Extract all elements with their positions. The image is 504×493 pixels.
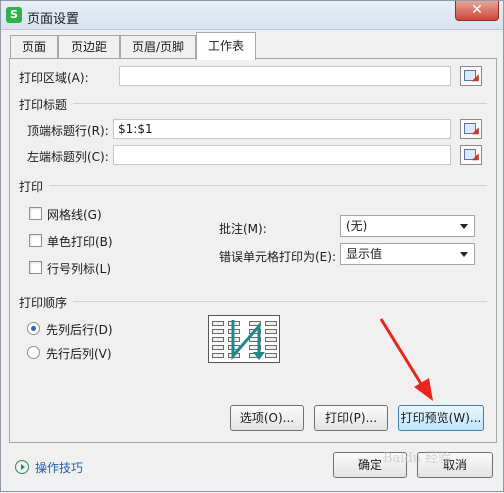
comments-label: 批注(M): [219,222,267,236]
tab-sheet[interactable]: 工作表 [196,32,256,60]
comments-select[interactable]: (无) [340,215,475,237]
tab-header-footer[interactable]: 页眉/页脚 [120,35,196,59]
black-and-white-label: 单色打印(B) [47,235,113,249]
print-section-divider [49,185,487,186]
close-button[interactable]: ✕ [455,1,499,21]
tips-link-label: 操作技巧 [35,461,84,475]
baidu-watermark: Baidu 经验 [383,451,452,466]
over-then-down-radio[interactable] [27,346,40,359]
black-and-white-checkbox[interactable] [29,234,42,247]
chevron-down-icon [460,224,468,229]
play-circle-icon [15,460,29,474]
over-then-down-label: 先行后列(V) [46,347,112,361]
wps-spreadsheet-icon: S [6,7,22,23]
left-columns-range-picker-icon[interactable] [460,145,483,165]
page-order-divider [73,301,487,302]
page-order-arrow-icon [231,320,265,361]
chevron-down-icon [460,252,468,257]
print-area-range-picker-icon[interactable] [460,66,483,86]
print-titles-section-label: 打印标题 [19,98,68,112]
cell-errors-select-value: 显示值 [346,247,383,261]
gridlines-label: 网格线(G) [47,208,102,222]
top-rows-label: 顶端标题行(R): [27,124,109,138]
cell-errors-label: 错误单元格打印为(E): [219,250,336,264]
left-columns-label: 左端标题列(C): [27,150,109,164]
row-col-headings-checkbox[interactable] [29,261,42,274]
down-then-over-radio[interactable] [27,322,40,335]
row-col-headings-label: 行号列标(L) [47,262,112,276]
left-columns-input[interactable] [113,145,451,165]
comments-select-value: (无) [346,219,368,233]
gridlines-checkbox[interactable] [29,207,42,220]
print-section-label: 打印 [19,180,44,194]
tab-margins[interactable]: 页边距 [58,35,120,59]
cell-errors-select[interactable]: 显示值 [340,243,475,265]
top-rows-input[interactable]: $1:$1 [113,119,451,139]
print-button[interactable]: 打印(P)... [314,405,388,431]
print-area-label: 打印区域(A): [19,71,89,85]
page-order-preview-image [208,315,280,363]
print-preview-button[interactable]: 打印预览(W)... [398,405,484,431]
title-bar: S 页面设置 ✕ [1,1,503,30]
print-titles-divider [73,103,487,104]
tab-page[interactable]: 页面 [10,35,58,59]
top-rows-range-picker-icon[interactable] [460,119,483,139]
down-then-over-label: 先列后行(D) [46,323,113,337]
page-setup-dialog: S 页面设置 ✕ 页面 页边距 页眉/页脚 工作表 打印区域(A): 打印标题 … [0,0,504,492]
page-order-section-label: 打印顺序 [19,296,68,310]
print-area-input[interactable] [119,66,451,86]
options-button[interactable]: 选项(O)... [230,405,304,431]
window-title: 页面设置 [27,12,80,27]
